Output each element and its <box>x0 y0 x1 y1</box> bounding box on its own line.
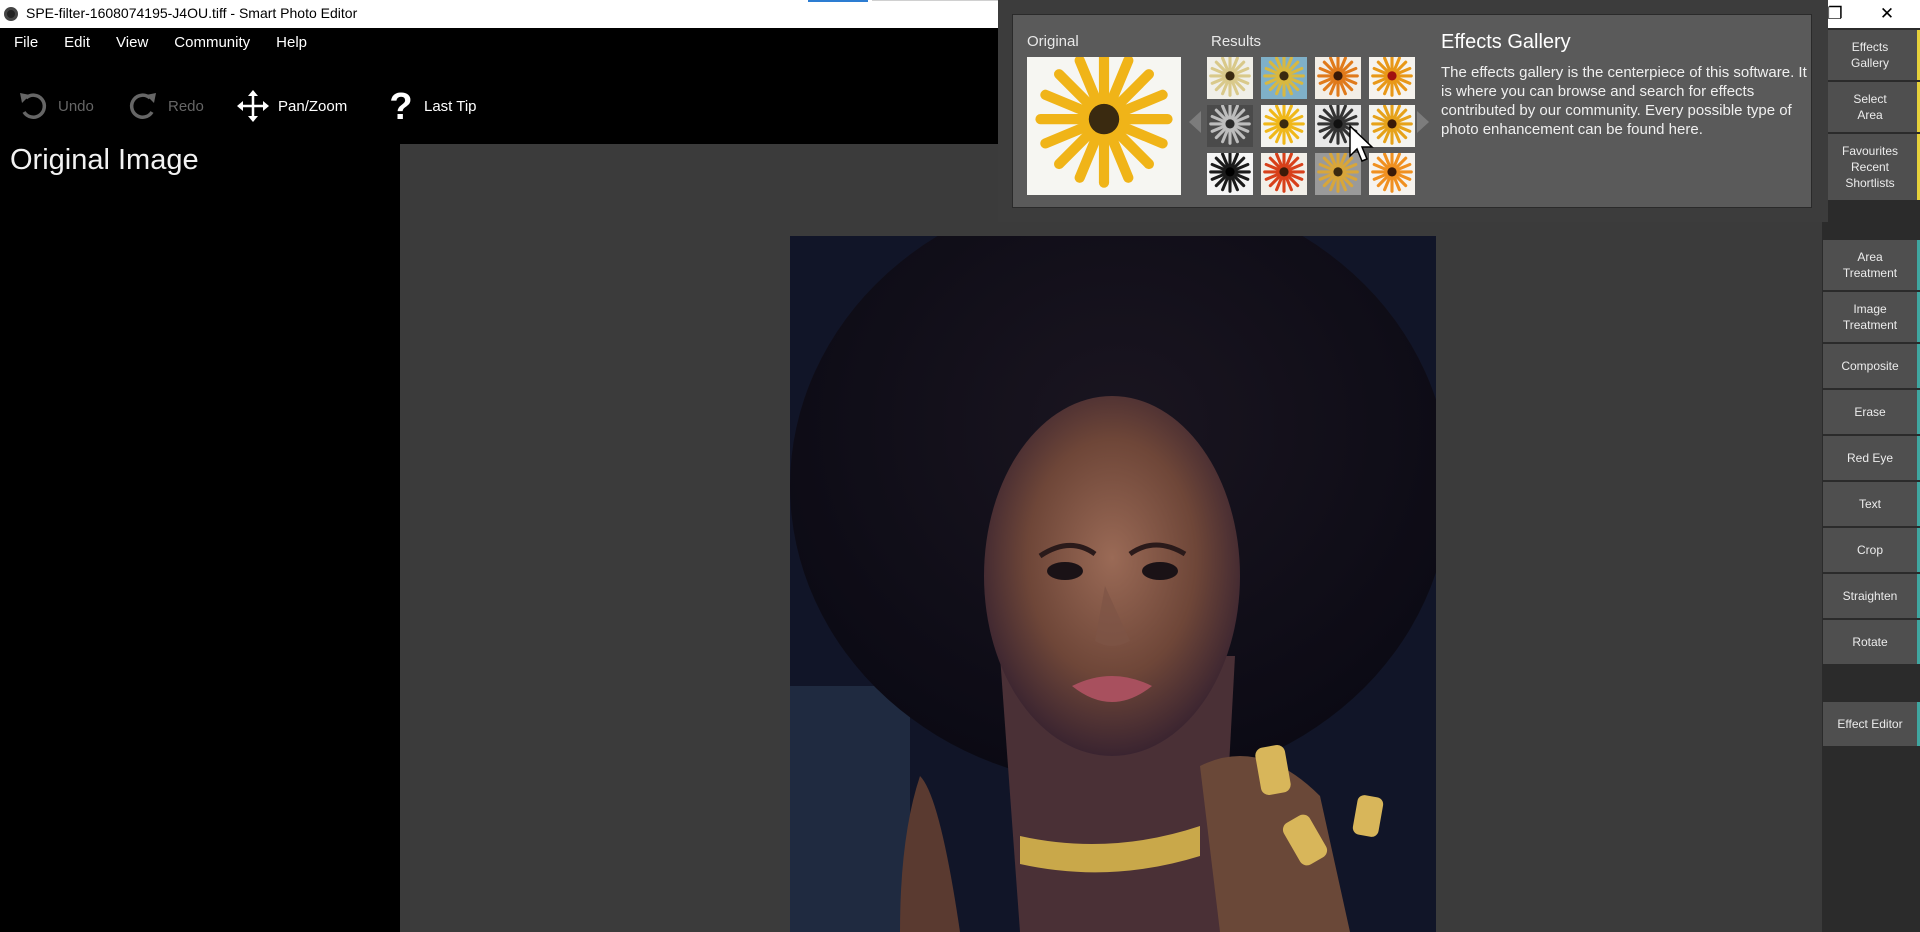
menu-edit[interactable]: Edit <box>60 32 94 53</box>
sidebar-favourites[interactable]: Favourites Recent Shortlists <box>1823 134 1920 200</box>
window-title: SPE-filter-1608074195-J4OU.tiff - Smart … <box>26 5 358 21</box>
menu-view[interactable]: View <box>112 32 152 53</box>
app-icon <box>4 7 18 21</box>
result-thumbnail[interactable] <box>1261 153 1307 195</box>
question-mark-icon: ? <box>389 87 412 125</box>
tooltip-heading: Effects Gallery <box>1441 31 1571 53</box>
menu-help[interactable]: Help <box>272 32 311 53</box>
result-thumbnail[interactable] <box>1261 57 1307 99</box>
redo-label: Redo <box>168 97 204 115</box>
sidebar-composite[interactable]: Composite <box>1823 344 1920 388</box>
tooltip-panel: Original Results Effects Gallery The eff… <box>1012 14 1812 208</box>
result-thumbnail[interactable] <box>1207 153 1253 195</box>
sidebar-straighten[interactable]: Straighten <box>1823 574 1920 618</box>
sidebar-image-treatment[interactable]: Image Treatment <box>1823 292 1920 342</box>
result-thumbnail[interactable] <box>1315 57 1361 99</box>
pan-zoom-button[interactable]: Pan/Zoom <box>236 86 347 126</box>
result-thumbnail[interactable] <box>1207 105 1253 147</box>
portrait-illustration <box>790 236 1436 932</box>
menu-file[interactable]: File <box>10 32 42 53</box>
original-label: Original <box>1027 33 1079 50</box>
portrait-photo <box>790 236 1436 932</box>
panel-title: Original Image <box>10 144 199 176</box>
result-thumbnail[interactable] <box>1207 57 1253 99</box>
sidebar-red-eye[interactable]: Red Eye <box>1823 436 1920 480</box>
close-icon: ✕ <box>1879 4 1895 24</box>
tooltip-description: The effects gallery is the centerpiece o… <box>1441 64 1807 138</box>
next-arrow-icon[interactable] <box>1417 111 1429 133</box>
image-canvas[interactable] <box>400 144 1822 932</box>
undo-icon <box>20 93 47 119</box>
previous-arrow-icon[interactable] <box>1189 111 1201 133</box>
svg-text:?: ? <box>389 87 412 125</box>
sidebar-area-treatment[interactable]: Area Treatment <box>1823 240 1920 290</box>
redo-icon <box>129 93 156 119</box>
undo-label: Undo <box>58 97 94 115</box>
sidebar-select-area[interactable]: Select Area <box>1823 82 1920 132</box>
sidebar-rotate[interactable]: Rotate <box>1823 620 1920 664</box>
sidebar-erase[interactable]: Erase <box>1823 390 1920 434</box>
menu-bar: File Edit View Community Help <box>0 28 1000 56</box>
results-label: Results <box>1211 33 1262 50</box>
original-flower-image <box>1027 50 1181 195</box>
undo-button[interactable]: Undo <box>16 86 94 126</box>
menu-community[interactable]: Community <box>170 32 254 53</box>
move-arrows-icon <box>237 90 269 122</box>
toolbar: Undo Redo Pan/Zoom ? Last Tip <box>0 86 560 126</box>
sidebar-effects-gallery[interactable]: Effects Gallery <box>1823 30 1920 80</box>
title-accent-line <box>808 0 868 2</box>
close-button[interactable]: ✕ <box>1864 0 1910 28</box>
effects-gallery-tooltip: Original Results Effects Gallery The eff… <box>998 0 1828 222</box>
sidebar-effect-editor[interactable]: Effect Editor <box>1823 702 1920 746</box>
sidebar-crop[interactable]: Crop <box>1823 528 1920 572</box>
pan-zoom-label: Pan/Zoom <box>278 97 348 115</box>
mouse-cursor-icon <box>1349 124 1374 162</box>
result-thumbnail[interactable] <box>1261 105 1307 147</box>
restore-icon: ❐ <box>1827 4 1843 24</box>
sidebar-text[interactable]: Text <box>1823 482 1920 526</box>
redo-button[interactable]: Redo <box>126 86 204 126</box>
tool-sidebar: Effects Gallery Select Area Favourites R… <box>1822 28 1920 932</box>
last-tip-button[interactable]: ? Last Tip <box>386 86 477 126</box>
app-window: SPE-filter-1608074195-J4OU.tiff - Smart … <box>0 0 1920 932</box>
last-tip-label: Last Tip <box>424 97 477 115</box>
result-thumbnail[interactable] <box>1369 57 1415 99</box>
